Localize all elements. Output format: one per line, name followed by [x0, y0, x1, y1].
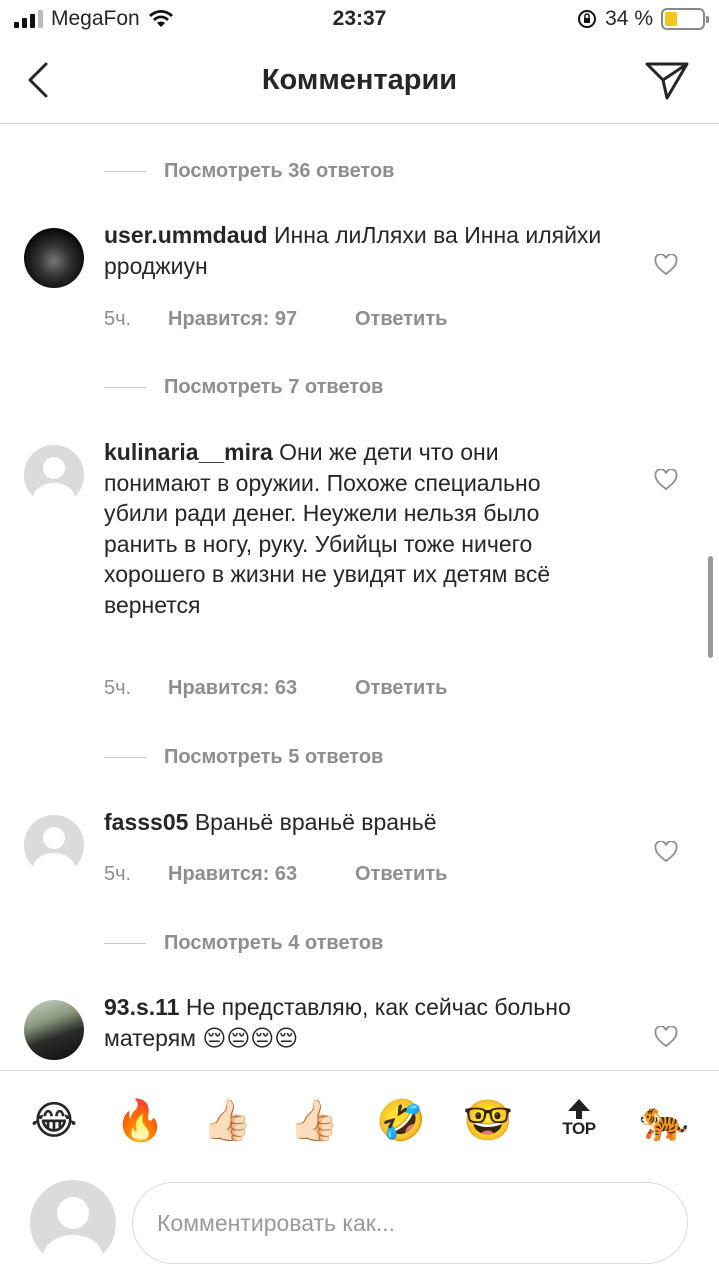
top-arrow-stem	[576, 1111, 582, 1119]
battery-level	[665, 12, 678, 26]
comment-likes[interactable]: Нравится: 63	[168, 677, 355, 700]
view-replies-label: Посмотреть 36 ответов	[164, 160, 395, 182]
comment-username[interactable]: fasss05	[104, 809, 188, 835]
reply-button[interactable]: Ответить	[355, 677, 447, 700]
view-replies-link[interactable]: Посмотреть 5 ответов	[104, 746, 383, 769]
comment-body: 93.s.11 Не представляю, как сейчас больн…	[104, 992, 604, 1053]
comment-composer: Комментировать как...	[0, 1170, 719, 1280]
comment-time: 5ч.	[104, 863, 132, 885]
view-replies-link[interactable]: Посмотреть 36 ответов	[104, 160, 394, 183]
nav-header: Комментарии	[0, 40, 719, 124]
heart-icon[interactable]	[654, 841, 678, 863]
top-label: TOP	[562, 1119, 596, 1138]
replies-divider	[104, 171, 146, 172]
top-arrow-emoji[interactable]: TOP	[556, 1099, 602, 1139]
avatar[interactable]	[24, 815, 84, 875]
comment-time: 5ч.	[104, 308, 132, 330]
reply-button[interactable]: Ответить	[355, 308, 447, 331]
comment-time: 5ч.	[104, 677, 132, 699]
status-right: 34 %	[577, 7, 709, 31]
replies-divider	[104, 387, 146, 388]
comment-text: Они же дети что они понимают в оружии. П…	[104, 439, 551, 618]
reply-button[interactable]: Ответить	[355, 863, 447, 886]
emoji-quick-bar: 😂 🔥 👍🏻 👍🏻 🤣 🤓 TOP 🐅	[0, 1070, 719, 1170]
comment-likes[interactable]: Нравится: 97	[168, 308, 355, 331]
comment-username[interactable]: kulinaria__mira	[104, 439, 273, 465]
comment-username[interactable]: user.ummdaud	[104, 222, 268, 248]
comment-input-placeholder: Комментировать как...	[157, 1209, 396, 1236]
comments-feed[interactable]: Посмотреть 36 ответов user.ummdaud Инна …	[0, 125, 719, 1070]
comment-body: fasss05 Враньё враньё враньё	[104, 807, 604, 838]
heart-icon[interactable]	[654, 254, 678, 276]
view-replies-label: Посмотреть 4 ответов	[164, 932, 384, 954]
thumbs-up-emoji[interactable]: 👍🏻	[284, 1097, 344, 1145]
page-title: Комментарии	[261, 64, 458, 96]
heart-icon[interactable]	[654, 1026, 678, 1048]
avatar[interactable]	[24, 1000, 84, 1060]
thumbs-up-emoji[interactable]: 👍🏻	[197, 1097, 257, 1145]
comment-username[interactable]: 93.s.11	[104, 994, 179, 1020]
view-replies-label: Посмотреть 5 ответов	[164, 746, 384, 768]
fire-emoji[interactable]: 🔥	[110, 1097, 170, 1145]
comment-meta: 5ч. Нравится: 63 Ответить	[104, 863, 447, 886]
comment-meta: 5ч. Нравится: 63 Ответить	[104, 677, 447, 700]
battery-percent: 34 %	[605, 7, 653, 30]
replies-divider	[104, 757, 146, 758]
comment-likes[interactable]: Нравится: 63	[168, 863, 355, 886]
battery-icon	[661, 8, 709, 30]
heart-icon[interactable]	[654, 469, 678, 491]
comment-body: kulinaria__mira Они же дети что они пони…	[104, 437, 604, 620]
orientation-lock-icon	[578, 10, 597, 28]
own-avatar	[30, 1180, 116, 1266]
comment-body: user.ummdaud Инна лиЛляхи ва Инна иляйхи…	[104, 220, 604, 281]
comment-text: Враньё враньё враньё	[194, 809, 437, 835]
scrollbar[interactable]	[708, 556, 713, 658]
view-replies-link[interactable]: Посмотреть 7 ответов	[104, 376, 383, 399]
rofl-emoji[interactable]: 🤣	[371, 1097, 431, 1145]
view-replies-link[interactable]: Посмотреть 4 ответов	[104, 932, 383, 955]
nerd-face-emoji[interactable]: 🤓	[458, 1097, 518, 1145]
avatar[interactable]	[24, 228, 84, 288]
avatar[interactable]	[24, 445, 84, 505]
comment-meta: 5ч. Нравится: 97 Ответить	[104, 308, 447, 331]
tiger-emoji[interactable]: 🐅	[634, 1097, 694, 1145]
view-replies-label: Посмотреть 7 ответов	[164, 376, 384, 398]
replies-divider	[104, 943, 146, 944]
comment-input[interactable]: Комментировать как...	[132, 1182, 688, 1264]
tears-of-joy-emoji[interactable]: 😂	[24, 1097, 84, 1145]
top-arrow-icon	[568, 1099, 590, 1111]
status-bar: MegaFon 23:37 34 %	[0, 0, 719, 40]
paper-plane-icon[interactable]	[643, 58, 691, 102]
